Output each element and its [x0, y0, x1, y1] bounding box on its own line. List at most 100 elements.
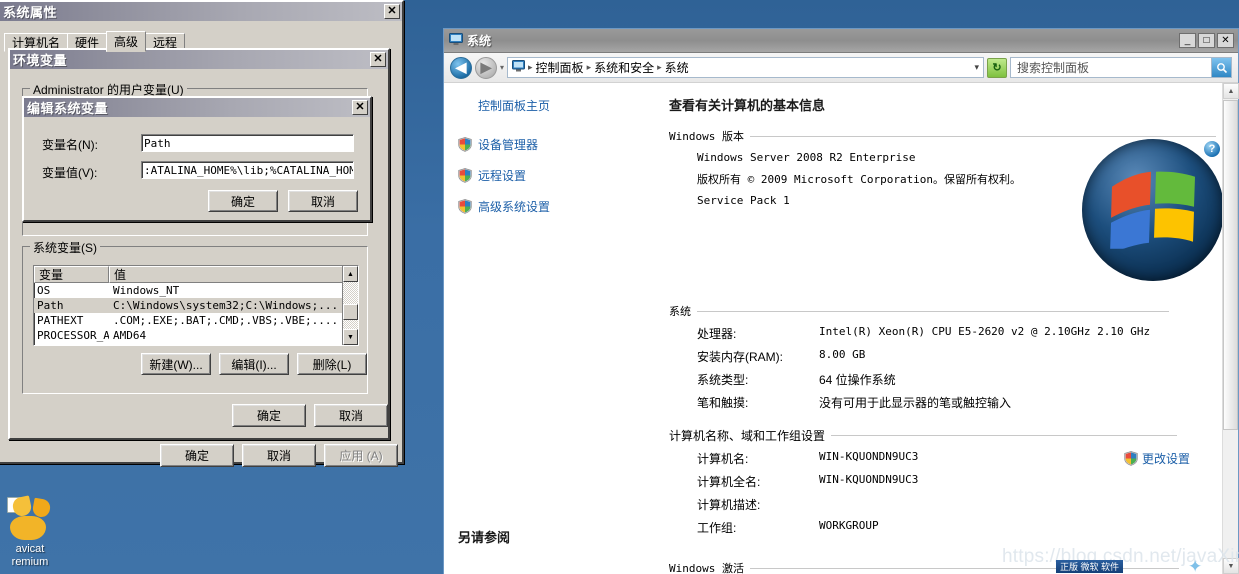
breadcrumb-item-system-security[interactable]: 系统和安全 — [594, 59, 654, 76]
environment-variables-title: 环境变量 — [13, 53, 68, 68]
sidebar-item-advanced-system-settings[interactable]: 高级系统设置 — [458, 198, 659, 215]
search-icon[interactable] — [1211, 58, 1231, 77]
variable-name-label: 变量名(N): — [42, 138, 98, 152]
breadcrumb-separator-icon[interactable]: ▸ — [528, 62, 533, 73]
sidebar-item-device-manager[interactable]: 设备管理器 — [458, 136, 659, 153]
sysprops-apply-button: 应用 (A) — [324, 444, 398, 467]
see-also-heading: 另请参阅 — [458, 527, 510, 546]
close-icon[interactable]: ✕ — [384, 4, 400, 19]
computer-icon — [449, 32, 463, 49]
edit-system-variable-titlebar[interactable]: 编辑系统变量 ✕ — [24, 98, 370, 117]
row-value: 64 位操作系统 — [819, 373, 896, 387]
section-title: 系统 — [669, 305, 691, 318]
tab-advanced[interactable]: 高级 — [106, 31, 147, 52]
system-control-panel-window: 系统 _ □ ✕ ◀ ▶ ▾ ▸ 控制面板 ▸ 系统和安全 ▸ 系统 ▾ ↻ 搜… — [443, 28, 1239, 574]
breadcrumb-separator-icon[interactable]: ▸ — [657, 62, 662, 73]
table-row[interactable]: OS Windows_NT — [34, 283, 358, 298]
help-icon[interactable]: ? — [1204, 141, 1220, 157]
row-key: 安装内存(RAM): — [697, 350, 783, 364]
refresh-icon[interactable]: ↻ — [987, 57, 1007, 78]
forward-button[interactable]: ▶ — [475, 56, 497, 79]
change-settings-link[interactable]: 更改设置 — [1124, 450, 1190, 467]
row-value: 8.00 GB — [819, 348, 866, 361]
back-button[interactable]: ◀ — [450, 56, 472, 79]
close-icon[interactable]: ✕ — [1217, 33, 1234, 48]
variable-value-input[interactable]: :ATALINA_HOME%\lib;%CATALINA_HOME%\b — [141, 161, 354, 179]
desktop-icon-label-line1: avicat — [15, 543, 45, 555]
computer-info-table: 计算机名: WIN-KQUONDN9UC3 计算机全名: WIN-KQUONDN… — [669, 450, 1216, 536]
system-properties-title: 系统属性 — [3, 5, 58, 20]
column-header-variable[interactable]: 变量 — [34, 266, 109, 283]
system-variables-list-header: 变量 值 — [34, 266, 358, 283]
scrollbar-thumb[interactable] — [1223, 100, 1238, 430]
scrollbar-thumb[interactable] — [343, 304, 358, 320]
minimize-icon[interactable]: _ — [1179, 33, 1196, 48]
section-header-computer-name: 计算机名称、域和工作组设置 — [669, 427, 1177, 444]
breadcrumb-separator-icon[interactable]: ▸ — [587, 62, 592, 73]
envvars-cancel-button[interactable]: 取消 — [314, 404, 388, 427]
system-window-titlebar[interactable]: 系统 _ □ ✕ — [444, 29, 1238, 53]
row-variable-value: AMD64 — [113, 329, 147, 342]
variable-name-input[interactable]: Path — [141, 134, 354, 152]
section-divider — [749, 135, 1216, 137]
section-title: Windows 激活 — [669, 562, 744, 574]
sidebar-item-label: 设备管理器 — [478, 138, 539, 152]
desktop-icon-label-line2: remium — [11, 556, 49, 568]
scroll-up-icon[interactable]: ▲ — [1223, 83, 1239, 99]
table-row: 安装内存(RAM): 8.00 GB — [669, 348, 1216, 365]
row-variable-name: PROCESSOR_AR... — [37, 329, 109, 342]
delete-variable-button[interactable]: 删除(L) — [297, 353, 367, 375]
list-vertical-scrollbar[interactable]: ▲ ▼ — [342, 266, 358, 345]
search-input[interactable]: 搜索控制面板 — [1010, 57, 1232, 78]
sidebar-item-control-panel-home[interactable]: 控制面板主页 — [478, 97, 659, 114]
editvar-ok-button[interactable]: 确定 — [208, 190, 278, 212]
maximize-icon[interactable]: □ — [1198, 33, 1215, 48]
section-title: 计算机名称、域和工作组设置 — [669, 429, 826, 443]
sidebar-item-remote-settings[interactable]: 远程设置 — [458, 167, 659, 184]
breadcrumb-item-control-panel[interactable]: 控制面板 — [536, 59, 584, 76]
close-icon[interactable]: ✕ — [352, 100, 368, 115]
history-dropdown-icon[interactable]: ▾ — [500, 63, 504, 72]
edit-var-buttons: 确定 取消 — [208, 190, 358, 212]
edit-variable-button[interactable]: 编辑(I)... — [219, 353, 289, 375]
search-input-text: 搜索控制面板 — [1017, 61, 1090, 75]
column-header-value[interactable]: 值 — [109, 266, 358, 283]
breadcrumb-item-system[interactable]: 系统 — [665, 59, 689, 76]
table-row: 计算机描述: — [669, 496, 1216, 513]
system-variables-group: 系统变量(S) 变量 值 OS Windows_NT Path C:\Windo… — [22, 239, 368, 394]
sidebar-item-label: 远程设置 — [478, 169, 527, 183]
close-icon[interactable]: ✕ — [370, 52, 386, 67]
system-variables-list[interactable]: 变量 值 OS Windows_NT Path C:\Windows\syste… — [33, 265, 359, 346]
row-value: 没有可用于此显示器的笔或触控输入 — [819, 396, 1012, 410]
page-title: 查看有关计算机的基本信息 — [669, 98, 826, 113]
table-row: 处理器: Intel(R) Xeon(R) CPU E5-2620 v2 @ 2… — [669, 325, 1216, 342]
row-key: 笔和触摸: — [697, 396, 749, 410]
content-vertical-scrollbar[interactable]: ▲ ▼ — [1222, 83, 1239, 574]
envvars-ok-button[interactable]: 确定 — [232, 404, 306, 427]
microsoft-software-badge: 正版 微软 软件 — [1056, 560, 1124, 573]
scrollbar-track[interactable] — [343, 282, 358, 329]
windows-logo-icon — [1082, 139, 1224, 281]
table-row[interactable]: PATHEXT .COM;.EXE;.BAT;.CMD;.VBS;.VBE;..… — [34, 313, 358, 328]
scroll-up-icon[interactable]: ▲ — [343, 266, 358, 282]
system-properties-titlebar[interactable]: 系统属性 ✕ — [0, 2, 402, 21]
table-row[interactable]: Path C:\Windows\system32;C:\Windows;... — [34, 298, 358, 313]
edit-system-variable-window: 编辑系统变量 ✕ 变量名(N): Path 变量值(V): :ATALINA_H… — [22, 96, 372, 222]
desktop-icon-navicat[interactable]: avicat remium — [0, 495, 60, 573]
sysprops-ok-button[interactable]: 确定 — [160, 444, 234, 467]
editvar-cancel-button[interactable]: 取消 — [288, 190, 358, 212]
table-row[interactable]: PROCESSOR_AR... AMD64 — [34, 328, 358, 343]
scroll-down-icon[interactable]: ▼ — [343, 329, 358, 345]
new-variable-button[interactable]: 新建(W)... — [141, 353, 211, 375]
sidebar: 控制面板主页 设备管理器 远程设置 高级系统设置 另请参阅 — [444, 83, 659, 574]
main-content: ? 查看有关计算机的基本信息 Windows 版本 Windows Server… — [659, 83, 1238, 574]
row-variable-name: OS — [37, 284, 51, 297]
breadcrumb[interactable]: ▸ 控制面板 ▸ 系统和安全 ▸ 系统 ▾ — [507, 57, 984, 78]
table-row: 笔和触摸: 没有可用于此显示器的笔或触控输入 — [669, 394, 1216, 411]
row-variable-value: Windows_NT — [113, 284, 180, 297]
shield-icon — [458, 168, 472, 183]
table-row: 系统类型: 64 位操作系统 — [669, 371, 1216, 388]
sysprops-cancel-button[interactable]: 取消 — [242, 444, 316, 467]
breadcrumb-dropdown-icon[interactable]: ▾ — [974, 62, 979, 73]
environment-variables-titlebar[interactable]: 环境变量 ✕ — [10, 50, 388, 69]
